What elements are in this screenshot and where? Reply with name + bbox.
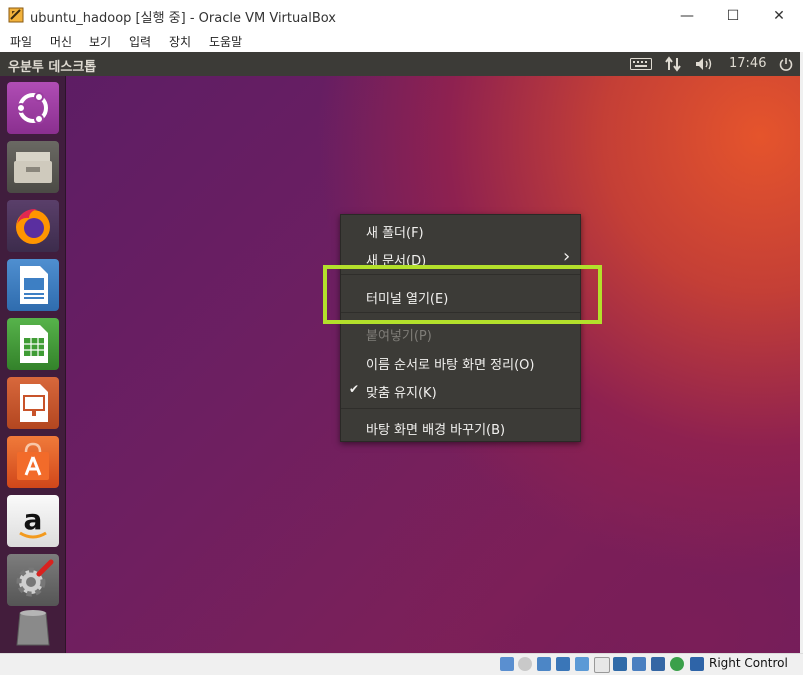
software-center-icon[interactable] <box>7 436 59 488</box>
shared-folders-icon[interactable] <box>594 657 610 673</box>
video-capture-icon[interactable] <box>632 657 646 671</box>
display-icon[interactable] <box>613 657 627 671</box>
guest-additions-icon[interactable] <box>670 657 684 671</box>
files-icon[interactable] <box>7 141 59 193</box>
libreoffice-writer-icon[interactable] <box>7 259 59 311</box>
ubuntu-dash-icon[interactable] <box>7 82 59 134</box>
firefox-icon[interactable] <box>7 200 59 252</box>
hard-disk-icon[interactable] <box>500 657 514 671</box>
keyboard-icon[interactable] <box>630 55 652 73</box>
network-adapter-icon[interactable] <box>556 657 570 671</box>
volume-icon[interactable] <box>695 55 715 73</box>
menu-item-new-folder[interactable]: 새 폴더(F) <box>341 217 580 243</box>
close-button[interactable]: ✕ <box>756 0 802 31</box>
menu-item-change-background[interactable]: 바탕 화면 배경 바꾸기(B) <box>341 414 580 440</box>
amazon-icon[interactable]: a <box>7 495 59 547</box>
unity-launcher: a <box>0 76 66 653</box>
ubuntu-top-panel: 우분투 데스크톱 17:46 <box>0 52 800 76</box>
window-titlebar[interactable]: ubuntu_hadoop [실행 중] - Oracle VM Virtual… <box>0 0 803 31</box>
audio-icon[interactable] <box>537 657 551 671</box>
minimize-icon: — <box>680 7 694 24</box>
clock[interactable]: 17:46 <box>729 56 766 71</box>
submenu-arrow-icon: › <box>563 246 571 267</box>
svg-text:a: a <box>24 503 43 536</box>
minimize-button[interactable]: — <box>664 0 710 31</box>
check-icon: ✔ <box>349 382 360 396</box>
menu-devices[interactable]: 장치 <box>169 33 191 50</box>
window-title: ubuntu_hadoop [실행 중] - Oracle VM Virtual… <box>30 11 336 26</box>
menu-item-keep-aligned[interactable]: ✔ 맞춤 유지(K) <box>341 377 580 403</box>
menu-item-arrange-by-name[interactable]: 이름 순서로 바탕 화면 정리(O) <box>341 349 580 375</box>
menu-input[interactable]: 입력 <box>129 33 151 50</box>
trash-icon[interactable] <box>7 607 59 659</box>
system-settings-icon[interactable] <box>7 554 59 606</box>
highlight-annotation-box <box>323 265 602 324</box>
host-key-label: Right Control <box>709 656 788 670</box>
vbox-menubar: 파일 머신 보기 입력 장치 도움말 <box>0 31 803 52</box>
network-icon[interactable] <box>665 55 681 73</box>
vbox-statusbar: Right Control <box>0 653 803 675</box>
menu-machine[interactable]: 머신 <box>50 33 72 50</box>
virtualbox-app-icon <box>8 7 24 23</box>
menu-file[interactable]: 파일 <box>10 33 32 50</box>
libreoffice-calc-icon[interactable] <box>7 318 59 370</box>
desktop-title: 우분투 데스크톱 <box>8 60 97 75</box>
desktop-context-menu: 새 폴더(F) 새 문서(D) › 터미널 열기(E) 붙여넣기(P) 이름 순… <box>340 214 581 442</box>
power-icon[interactable] <box>779 55 793 73</box>
host-key-icon[interactable] <box>690 657 704 671</box>
maximize-button[interactable]: ☐ <box>710 0 756 31</box>
menu-help[interactable]: 도움말 <box>209 33 242 50</box>
usb-icon[interactable] <box>575 657 589 671</box>
menu-view[interactable]: 보기 <box>89 33 111 50</box>
libreoffice-impress-icon[interactable] <box>7 377 59 429</box>
virtualbox-window: ubuntu_hadoop [실행 중] - Oracle VM Virtual… <box>0 0 803 675</box>
optical-drive-icon[interactable] <box>518 657 532 671</box>
close-icon: ✕ <box>773 7 785 24</box>
maximize-icon: ☐ <box>726 7 740 24</box>
menu-separator <box>341 408 580 409</box>
virtualization-icon[interactable] <box>651 657 665 671</box>
